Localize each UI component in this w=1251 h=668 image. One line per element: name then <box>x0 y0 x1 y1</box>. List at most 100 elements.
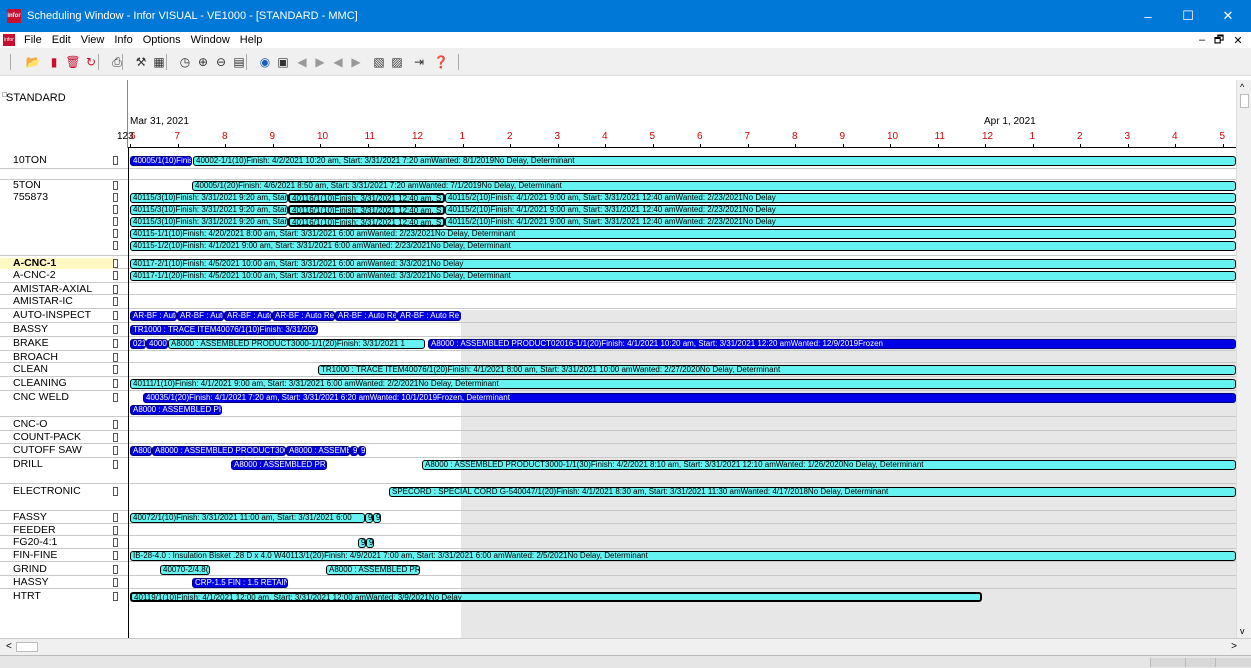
schedule-bar[interactable]: A8000 : ASSEMBLED <box>286 446 350 456</box>
resource-label[interactable]: CNC-O <box>13 419 47 430</box>
scroll-thumb-v[interactable] <box>1240 94 1249 108</box>
resource-label[interactable]: ELECTRONIC <box>13 486 81 497</box>
resource-checkbox[interactable] <box>113 353 118 362</box>
schedule-bar[interactable]: 9 <box>350 446 358 456</box>
resource-label[interactable]: 5TON <box>13 180 41 191</box>
resource-label[interactable]: HASSY <box>13 577 49 588</box>
schedule-bar[interactable]: CRP-1.5 FIN : 1.5 RETAINING <box>192 578 288 588</box>
schedule-bar[interactable]: A8000 : ASSEMBLED PRODUCT3000-1/1(30)Fin… <box>422 460 1236 470</box>
schedule-bar[interactable]: AR-BF : Auto Re <box>272 311 335 321</box>
scheduler-icon[interactable]: ⚒ <box>132 53 150 71</box>
resource-label[interactable]: BROACH <box>13 352 58 363</box>
schedule-bar[interactable]: A8000 : ASSEMBLED PRODUCT <box>326 565 420 575</box>
resource-checkbox[interactable] <box>113 446 118 455</box>
resource-label[interactable]: CUTOFF SAW <box>13 445 82 456</box>
schedule-bar[interactable]: 40072/1(10)Finish: 3/31/2021 11:00 am, S… <box>130 513 365 523</box>
resource-label[interactable]: FEEDER <box>13 525 56 536</box>
schedule-bar[interactable]: A8000 : ASSEMBLED PRODUCT3000 <box>152 446 286 456</box>
schedule-bar[interactable]: A8000 : ASSEMBLED PRODUCT02016-1/1(20)Fi… <box>428 339 1236 349</box>
resource-checkbox[interactable] <box>113 181 118 190</box>
schedule-bar[interactable]: 40115/2(10)Finish: 4/1/2021 9:00 am, Sta… <box>445 193 1236 203</box>
schedule-bar[interactable]: 40117-2/1(10)Finish: 4/5/2021 10:00 am, … <box>130 259 1236 269</box>
schedule-bar[interactable]: 40116/1(10)Finish: 3/31/2021 12:40 am, S <box>288 193 445 203</box>
schedule-bar[interactable]: AR-BF : Auto Re <box>224 311 272 321</box>
resource-checkbox[interactable] <box>113 433 118 442</box>
schedule-bar[interactable]: A8000 : ASSEMBLED PRODUCT <box>231 460 327 470</box>
menu-view[interactable]: View <box>77 34 111 46</box>
zoom-fit-icon[interactable]: ▤ <box>230 53 248 71</box>
resource-checkbox[interactable] <box>113 526 118 535</box>
resource-checkbox[interactable] <box>113 379 118 388</box>
nav-next-icon[interactable]: ▶ <box>311 53 329 71</box>
print-icon[interactable]: ⎙ <box>108 53 126 71</box>
resource-label[interactable]: AMISTAR-IC <box>13 296 73 307</box>
mdi-minimize-button[interactable]: – <box>1194 32 1210 48</box>
resource-label[interactable]: FG20-4:1 <box>13 537 57 548</box>
maximize-button[interactable]: ☐ <box>1170 0 1206 32</box>
schedule-bar[interactable]: 40116/1(10)Finish: 3/31/2021 12:40 am, S <box>288 205 445 215</box>
resource-checkbox[interactable] <box>113 513 118 522</box>
resource-label[interactable]: AMISTAR-AXIAL <box>13 284 92 295</box>
resource-checkbox[interactable] <box>113 271 118 280</box>
schedule-bar[interactable]: 40111/1(10)Finish: 4/1/2021 9:00 am, Sta… <box>130 379 1236 389</box>
zoom-in-icon[interactable]: ⊕ <box>194 53 212 71</box>
schedule-bar[interactable]: AR-BF : Auto Re <box>130 311 177 321</box>
schedule-bar[interactable]: 9 <box>373 513 381 523</box>
resource-label[interactable]: A-CNC-2 <box>13 270 56 281</box>
schedule-bar[interactable]: A8000 <box>130 446 152 456</box>
schedule-bar[interactable]: A8000 : ASSEMBLED PRODUCT3000-1/1(20)Fin… <box>168 339 425 349</box>
resource-checkbox[interactable] <box>113 156 118 165</box>
resource-label[interactable]: FIN-FINE <box>13 550 57 561</box>
graph-icon[interactable]: ▣ <box>274 53 292 71</box>
menu-file[interactable]: File <box>20 34 48 46</box>
document-icon[interactable]: infor <box>3 34 15 46</box>
resource-checkbox[interactable] <box>113 565 118 574</box>
schedule-bar[interactable]: 40115/2(10)Finish: 4/1/2021 9:00 am, Sta… <box>445 205 1236 215</box>
scroll-left-icon[interactable]: < <box>6 641 12 652</box>
delete-icon[interactable]: 🗑 <box>64 53 82 71</box>
resource-checkbox[interactable] <box>113 241 118 250</box>
resource-checkbox[interactable] <box>113 205 118 214</box>
resource-label[interactable]: BASSY <box>13 324 48 335</box>
filter-icon[interactable]: ▧ <box>370 53 388 71</box>
menu-help[interactable]: Help <box>236 34 269 46</box>
resource-checkbox[interactable] <box>113 311 118 320</box>
refresh-icon[interactable]: ↻ <box>82 53 100 71</box>
schedule-bar[interactable]: 0216 <box>130 339 146 349</box>
schedule-bar[interactable]: 9 <box>366 538 374 548</box>
exit-icon[interactable]: ⇥ <box>410 53 428 71</box>
scroll-down-icon[interactable]: v <box>1240 626 1245 636</box>
resource-checkbox[interactable] <box>113 365 118 374</box>
resource-checkbox[interactable] <box>113 193 118 202</box>
nav-last-icon[interactable]: ▶ <box>347 53 365 71</box>
help-icon[interactable]: ❓ <box>432 53 450 71</box>
schedule-bar[interactable]: 9 <box>358 446 366 456</box>
vertical-scrollbar[interactable]: ^ v <box>1236 80 1251 638</box>
schedule-bar[interactable]: 40115/2(10)Finish: 4/1/2021 9:00 am, Sta… <box>445 217 1236 227</box>
schedule-bar[interactable]: 40115-1/2(10)Finish: 4/1/2021 9:00 am, S… <box>130 241 1236 251</box>
resource-checkbox[interactable] <box>113 551 118 560</box>
resource-checkbox[interactable] <box>113 393 118 402</box>
resource-label[interactable]: CLEAN <box>13 364 48 375</box>
resource-label[interactable]: DRILL <box>13 459 43 470</box>
menu-info[interactable]: Info <box>110 34 138 46</box>
schedule-bar[interactable]: IB-28-4.0 : Insulation Bisket .28 D x 4.… <box>130 551 1236 561</box>
schedule-bar[interactable]: AR-BF : Auto Re <box>177 311 224 321</box>
schedule-bar[interactable]: 40115/3(10)Finish: 3/31/2021 9:20 am, St… <box>130 217 288 227</box>
resource-label[interactable]: HTRT <box>13 591 41 602</box>
schedule-bar[interactable]: 4000 <box>146 339 168 349</box>
resource-checkbox[interactable] <box>113 420 118 429</box>
schedule-bar[interactable]: 40005/1(10)Finish: 4/6/2021 <box>130 156 192 166</box>
nav-first-icon[interactable]: ◀ <box>293 53 311 71</box>
window-info-icon[interactable]: ▦ <box>150 53 168 71</box>
schedule-bar[interactable]: 40070-2/4.8(20) <box>160 565 210 575</box>
resource-checkbox[interactable] <box>113 297 118 306</box>
zoom-out-icon[interactable]: ⊖ <box>212 53 230 71</box>
minimize-button[interactable]: – <box>1130 0 1166 32</box>
schedule-bar[interactable]: 40119/1(10)Finish: 4/1/2021 12:00 am, St… <box>130 592 982 602</box>
menu-edit[interactable]: Edit <box>48 34 77 46</box>
resource-label[interactable]: FASSY <box>13 512 47 523</box>
resource-label[interactable]: CLEANING <box>13 378 67 389</box>
resource-checkbox[interactable] <box>113 339 118 348</box>
menu-options[interactable]: Options <box>139 34 187 46</box>
